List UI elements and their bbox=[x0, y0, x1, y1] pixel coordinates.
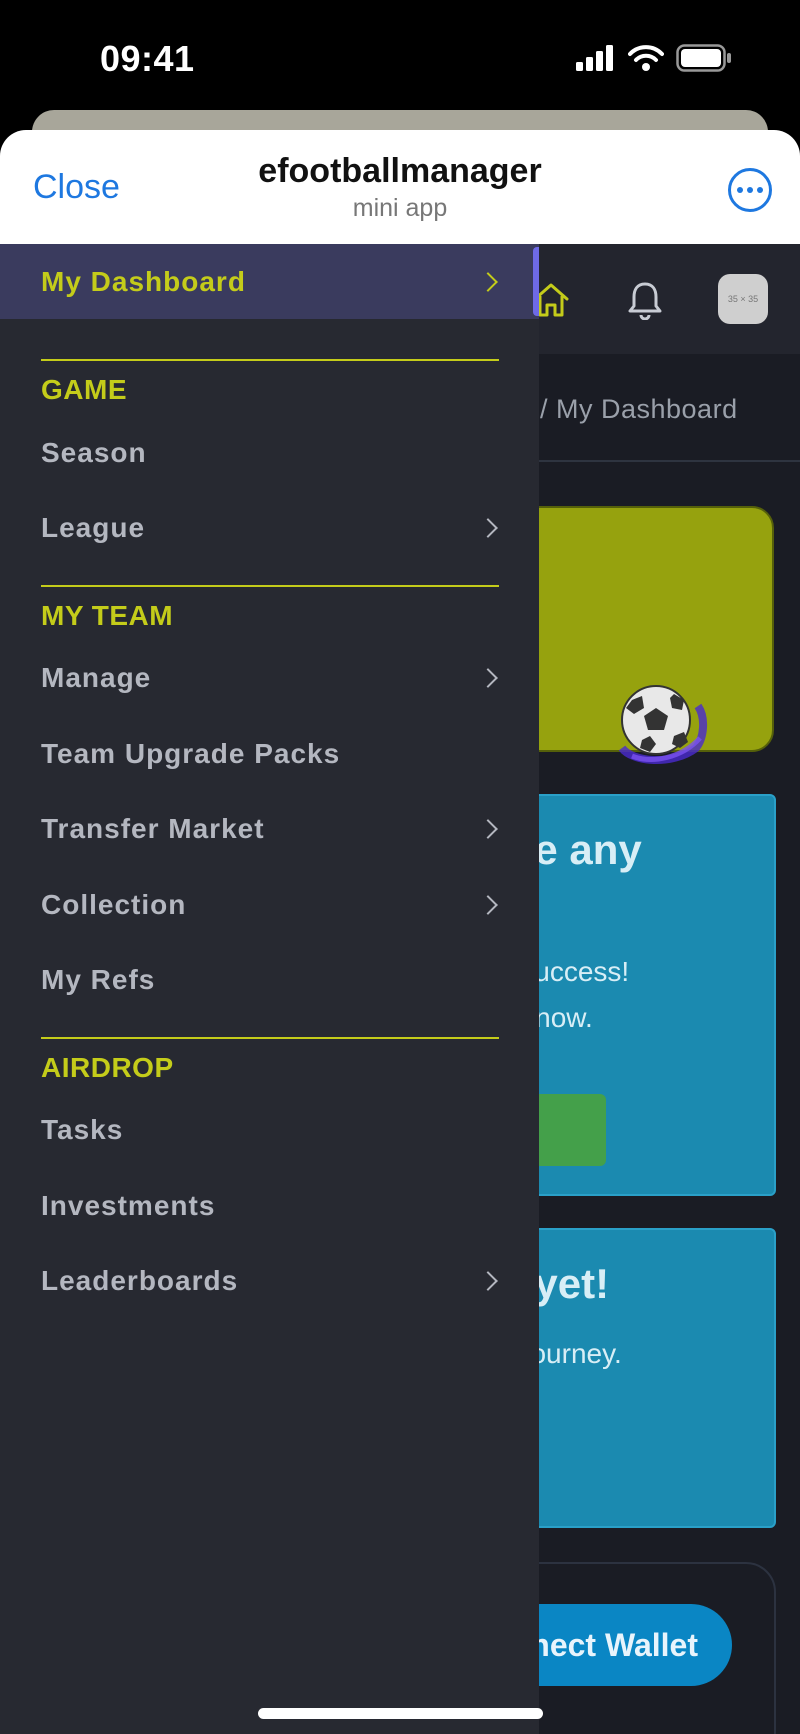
more-dot-icon bbox=[737, 187, 743, 193]
drawer-item-label: League bbox=[41, 512, 146, 543]
drawer-item-league[interactable]: League bbox=[0, 493, 539, 563]
drawer-item-leaderboards[interactable]: Leaderboards bbox=[0, 1246, 539, 1316]
app-title: efootballmanager bbox=[258, 152, 542, 190]
battery-icon bbox=[676, 44, 731, 72]
section-title-my-team: MY TEAM bbox=[41, 600, 174, 631]
drawer-item-season[interactable]: Season bbox=[0, 418, 539, 488]
drawer-item-label: Season bbox=[41, 437, 147, 468]
drawer-item-my-dashboard[interactable]: My Dashboard bbox=[0, 244, 539, 319]
section-divider bbox=[41, 1037, 499, 1039]
section-divider bbox=[41, 359, 499, 361]
status-icons bbox=[576, 44, 732, 72]
drawer-item-manage[interactable]: Manage bbox=[0, 643, 539, 713]
navigation-drawer: My Dashboard GAME Season League MY TEAM … bbox=[0, 244, 539, 1734]
soccer-ball-icon bbox=[618, 685, 707, 764]
drawer-item-label: My Dashboard bbox=[41, 265, 246, 297]
app-subtitle: mini app bbox=[352, 194, 448, 222]
drawer-item-investments[interactable]: Investments bbox=[0, 1171, 539, 1241]
status-time: 09:41 bbox=[100, 38, 195, 79]
drawer-item-my-refs[interactable]: My Refs bbox=[0, 945, 539, 1015]
cellular-signal-icon bbox=[576, 45, 613, 71]
home-indicator[interactable] bbox=[258, 1708, 543, 1719]
drawer-item-collection[interactable]: Collection bbox=[0, 870, 539, 940]
drawer-item-transfer-market[interactable]: Transfer Market bbox=[0, 794, 539, 864]
miniapp-header: Close efootballmanager mini app bbox=[0, 130, 800, 244]
drawer-item-tasks[interactable]: Tasks bbox=[0, 1095, 539, 1165]
drawer-item-team-upgrade-packs[interactable]: Team Upgrade Packs bbox=[0, 719, 539, 789]
chevron-right-icon bbox=[478, 895, 498, 915]
more-dot-icon bbox=[747, 187, 753, 193]
avatar[interactable]: 35 × 35 bbox=[718, 274, 768, 324]
status-bar: 09:41 bbox=[0, 0, 800, 118]
chevron-right-icon bbox=[478, 819, 498, 839]
drawer-item-label: Team Upgrade Packs bbox=[41, 738, 341, 769]
chevron-right-icon bbox=[478, 518, 498, 538]
wifi-icon bbox=[628, 45, 664, 71]
section-title-airdrop: AIRDROP bbox=[41, 1052, 174, 1083]
drawer-item-label: Manage bbox=[41, 662, 152, 693]
chevron-right-icon bbox=[478, 1271, 498, 1291]
breadcrumb: / My Dashboard bbox=[540, 394, 738, 424]
drawer-item-label: My Refs bbox=[41, 964, 156, 995]
active-indicator bbox=[533, 247, 539, 316]
chevron-right-icon bbox=[478, 271, 498, 292]
section-divider bbox=[41, 585, 499, 587]
drawer-item-label: Collection bbox=[41, 889, 187, 920]
drawer-item-label: Leaderboards bbox=[41, 1265, 239, 1296]
drawer-item-label: Transfer Market bbox=[41, 813, 265, 844]
drawer-item-label: Tasks bbox=[41, 1114, 124, 1145]
section-title-game: GAME bbox=[41, 374, 127, 405]
more-options-button[interactable] bbox=[728, 168, 772, 212]
drawer-item-label: Investments bbox=[41, 1190, 216, 1221]
more-dot-icon bbox=[757, 187, 763, 193]
bell-icon[interactable] bbox=[626, 280, 664, 320]
chevron-right-icon bbox=[478, 668, 498, 688]
